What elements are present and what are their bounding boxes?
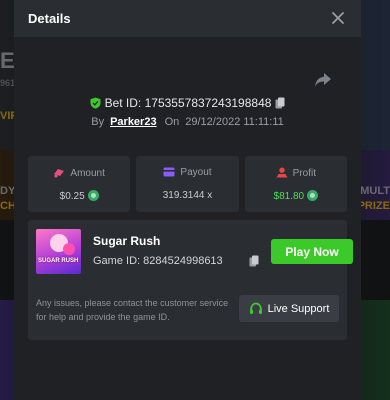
by-label: By [91,116,105,128]
modal-header: Details [14,0,361,37]
live-support-label: Live Support [267,302,330,315]
profit-icon [276,167,288,178]
close-icon[interactable] [329,9,347,27]
game-thumbnail[interactable]: SUGAR RUSH [36,229,81,274]
amount-icon [54,169,65,178]
modal-title: Details [28,11,71,26]
stat-profit: Profit $81.80 [244,156,347,212]
live-support-button[interactable]: Live Support [239,295,339,322]
bet-id-label: Bet ID: [104,96,142,110]
stat-label: Payout [180,167,212,178]
bet-author-row: By Parker23 On 29/12/2022 11:11:11 [14,116,361,128]
game-thumbnail-text: SUGAR RUSH [38,258,79,264]
copy-icon[interactable] [275,97,285,109]
game-id-value: 8284524998613 [143,255,223,267]
stat-payout: Payout 319.3144 x [136,156,239,212]
payout-icon [163,167,175,177]
game-id-row: Game ID: 8284524998613 [93,255,223,267]
username-link[interactable]: Parker23 [110,116,157,128]
game-name: Sugar Rush [93,234,161,248]
profit-value: $81.80 [273,191,305,202]
stat-label: Profit [292,168,316,179]
bet-datetime: 29/12/2022 11:11:11 [185,116,284,128]
on-label: On [164,116,180,128]
stat-amount: Amount $0.25 [28,156,131,212]
copy-icon[interactable] [249,255,259,267]
stat-label: Amount [70,168,105,179]
play-now-button[interactable]: Play Now [271,239,353,264]
coin-icon [307,190,319,201]
bet-stats: Amount $0.25 Payout 319.3144 x Profit $8… [28,156,347,212]
payout-value: 319.3144 x [162,190,213,201]
support-message: Any issues, please contact the customer … [36,298,229,322]
share-icon[interactable] [314,72,332,88]
shield-icon [90,97,101,109]
coin-icon [87,190,99,201]
headset-icon [249,302,262,314]
bet-id-value: 1753557837243198848 [144,96,272,110]
amount-value: $0.25 [59,191,85,202]
bet-id-row: Bet ID: 1753557837243198848 [14,96,361,110]
game-id-label: Game ID: [93,255,141,267]
